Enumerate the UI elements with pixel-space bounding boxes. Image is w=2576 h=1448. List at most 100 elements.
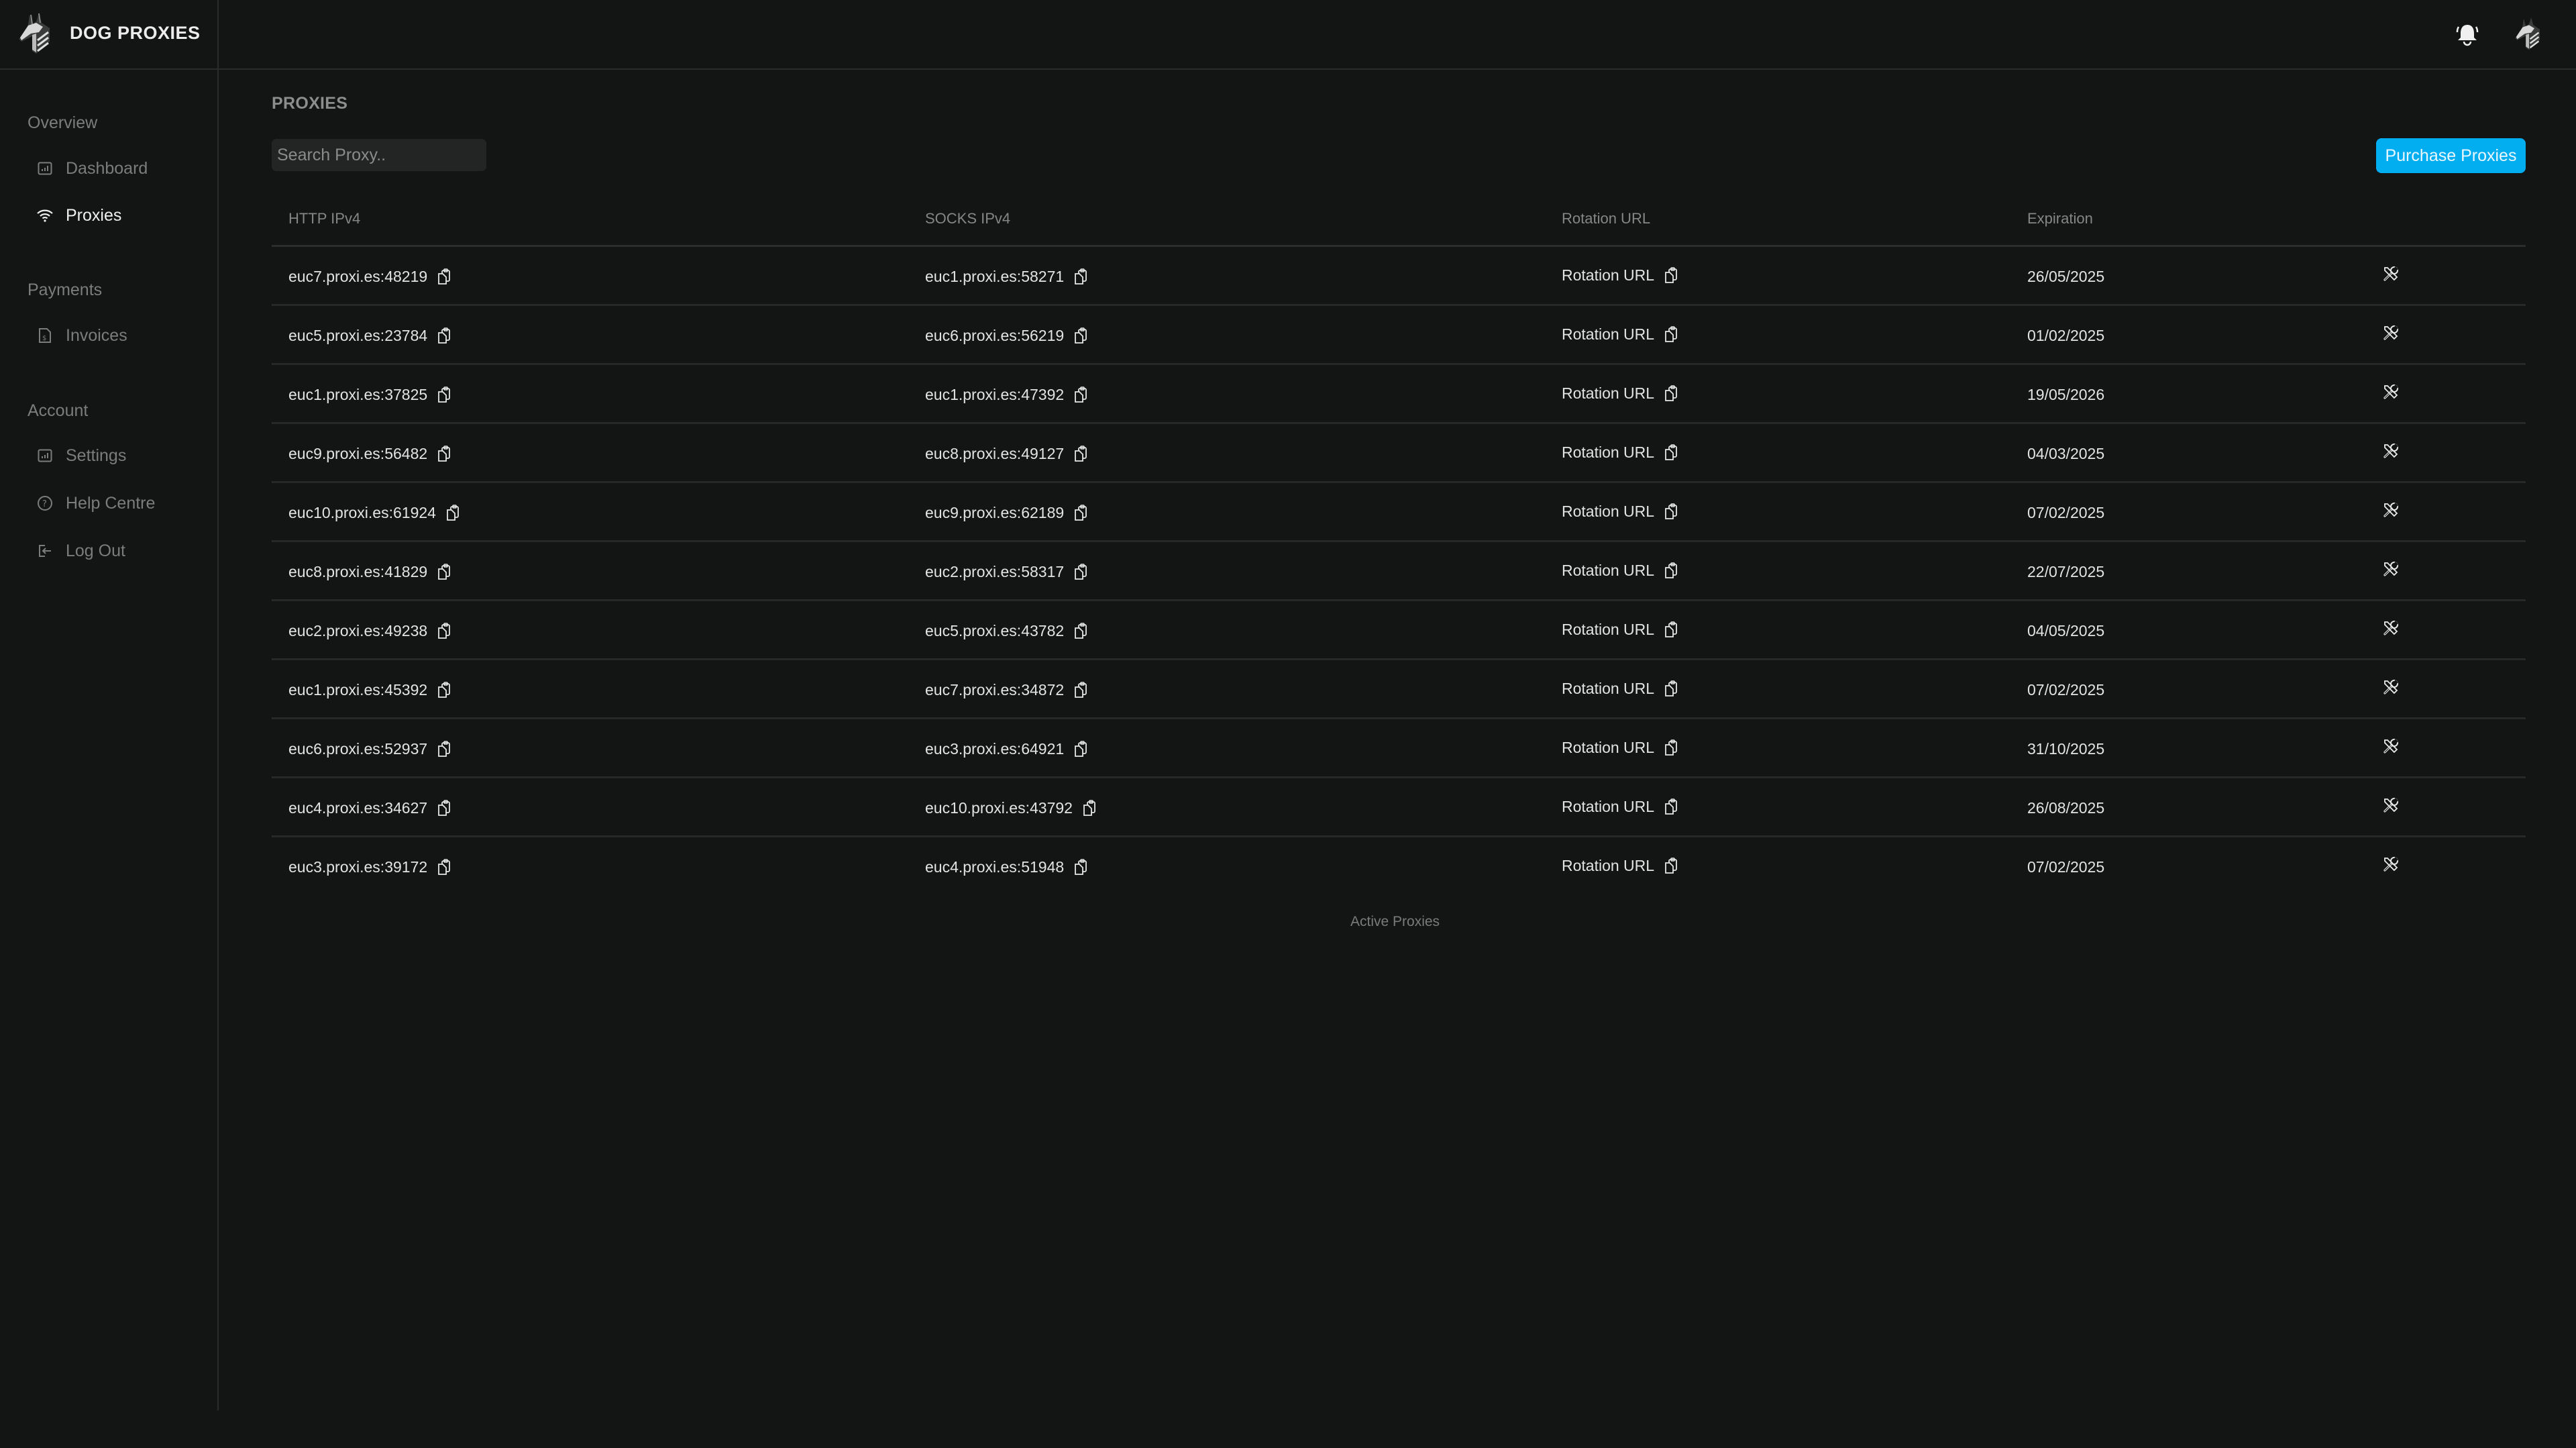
table-row: euc6.proxi.es:52937 euc3.proxi.es:64921 … [272,719,2526,778]
copy-icon[interactable] [1073,563,1088,580]
copy-icon[interactable] [437,858,451,876]
socks-cell: euc1.proxi.es:58271 [925,247,1088,306]
copy-icon[interactable] [1073,740,1088,758]
svg-text:$: $ [42,335,46,342]
socks-cell: euc10.proxi.es:43792 [925,778,1097,837]
copy-icon[interactable] [437,740,451,758]
rotation-url-label: Rotation URL [1562,502,1655,520]
purchase-proxies-button[interactable]: Purchase Proxies [2376,138,2526,173]
sidebar-item-settings[interactable]: Settings [36,440,204,471]
actions-cell [2382,717,2400,776]
bell-icon[interactable] [2455,21,2479,47]
table-header: HTTP IPv4 SOCKS IPv4 Rotation URL Expira… [272,199,2526,247]
copy-icon[interactable] [1073,268,1088,285]
socks-cell: euc3.proxi.es:64921 [925,719,1088,778]
tools-icon[interactable] [2382,442,2400,460]
expiration-cell: 01/02/2025 [2027,306,2104,365]
copy-icon[interactable] [437,622,451,639]
tools-icon[interactable] [2382,560,2400,578]
copy-icon[interactable] [1664,621,1678,638]
rotation-url-cell: Rotation URL [1562,718,1678,777]
rotation-url-label: Rotation URL [1562,443,1655,461]
expiration-date: 26/08/2025 [2027,798,2105,817]
tools-icon[interactable] [2382,324,2400,342]
copy-icon[interactable] [1664,503,1678,520]
http-cell: euc10.proxi.es:61924 [288,483,460,542]
socks-proxy-address: euc7.proxi.es:34872 [925,680,1065,699]
copy-icon[interactable] [1664,857,1678,874]
copy-icon[interactable] [437,386,451,403]
http-cell: euc7.proxi.es:48219 [288,247,451,306]
copy-icon[interactable] [1073,445,1088,462]
sidebar-item-proxies[interactable]: Proxies [36,200,204,231]
socks-cell: euc2.proxi.es:58317 [925,542,1088,601]
copy-icon[interactable] [1073,327,1088,344]
copy-icon[interactable] [1664,266,1678,284]
copy-icon[interactable] [1073,386,1088,403]
rotation-url-cell: Rotation URL [1562,777,1678,836]
copy-icon[interactable] [445,504,460,521]
expiration-date: 04/03/2025 [2027,444,2105,462]
wifi-icon [36,207,54,224]
copy-icon[interactable] [1073,858,1088,876]
table-row: euc8.proxi.es:41829 euc2.proxi.es:58317 … [272,542,2526,601]
copy-icon[interactable] [1073,681,1088,699]
tools-icon[interactable] [2382,619,2400,637]
http-cell: euc2.proxi.es:49238 [288,601,451,660]
tools-icon[interactable] [2382,737,2400,755]
copy-icon[interactable] [1073,504,1088,521]
copy-icon[interactable] [437,268,451,285]
expiration-date: 01/02/2025 [2027,326,2105,344]
table-row: euc1.proxi.es:45392 euc7.proxi.es:34872 … [272,660,2526,719]
column-header-rotation-url: Rotation URL [1562,210,1651,227]
column-header-socks: SOCKS IPv4 [925,210,1011,227]
sidebar-section-account: Account [28,401,89,420]
tools-icon[interactable] [2382,678,2400,696]
search-input[interactable] [272,139,486,171]
expiration-cell: 04/05/2025 [2027,601,2104,660]
copy-icon[interactable] [1664,739,1678,756]
copy-icon[interactable] [1664,384,1678,402]
copy-icon[interactable] [437,327,451,344]
copy-icon[interactable] [1664,680,1678,697]
sidebar-item-invoices[interactable]: $ Invoices [36,320,204,351]
copy-icon[interactable] [1664,444,1678,461]
socks-cell: euc8.proxi.es:49127 [925,424,1088,483]
http-cell: euc3.proxi.es:39172 [288,837,451,896]
socks-proxy-address: euc1.proxi.es:47392 [925,385,1065,403]
rotation-url-cell: Rotation URL [1562,600,1678,659]
table-body: euc7.proxi.es:48219 euc1.proxi.es:58271 … [272,247,2526,896]
socks-proxy-address: euc1.proxi.es:58271 [925,267,1065,285]
user-avatar-icon[interactable] [2513,16,2545,52]
http-proxy-address: euc3.proxi.es:39172 [288,858,428,876]
rotation-url-cell: Rotation URL [1562,305,1678,364]
tools-icon[interactable] [2382,856,2400,873]
copy-icon[interactable] [1664,562,1678,579]
sidebar-item-label: Invoices [66,325,127,345]
copy-icon[interactable] [1664,798,1678,815]
copy-icon[interactable] [437,681,451,699]
tools-icon[interactable] [2382,796,2400,814]
actions-cell [2382,835,2400,894]
expiration-cell: 07/02/2025 [2027,660,2104,719]
copy-icon[interactable] [1073,622,1088,639]
sidebar-item-label: Proxies [66,205,122,225]
expiration-cell: 04/03/2025 [2027,424,2104,483]
sidebar-item-help-centre[interactable]: ? Help Centre [36,488,204,519]
copy-icon[interactable] [437,799,451,817]
sidebar-item-dashboard[interactable]: Dashboard [36,153,204,184]
http-proxy-address: euc9.proxi.es:56482 [288,444,428,462]
http-cell: euc4.proxi.es:34627 [288,778,451,837]
tools-icon[interactable] [2382,265,2400,282]
table-row: euc9.proxi.es:56482 euc8.proxi.es:49127 … [272,424,2526,483]
copy-icon[interactable] [1664,325,1678,343]
copy-icon[interactable] [1082,799,1097,817]
tools-icon[interactable] [2382,501,2400,519]
copy-icon[interactable] [437,445,451,462]
expiration-date: 04/05/2025 [2027,621,2105,639]
copy-icon[interactable] [437,563,451,580]
table-row: euc3.proxi.es:39172 euc4.proxi.es:51948 … [272,837,2526,896]
tools-icon[interactable] [2382,383,2400,401]
column-header-http: HTTP IPv4 [288,210,361,227]
sidebar-item-log-out[interactable]: Log Out [36,535,204,566]
